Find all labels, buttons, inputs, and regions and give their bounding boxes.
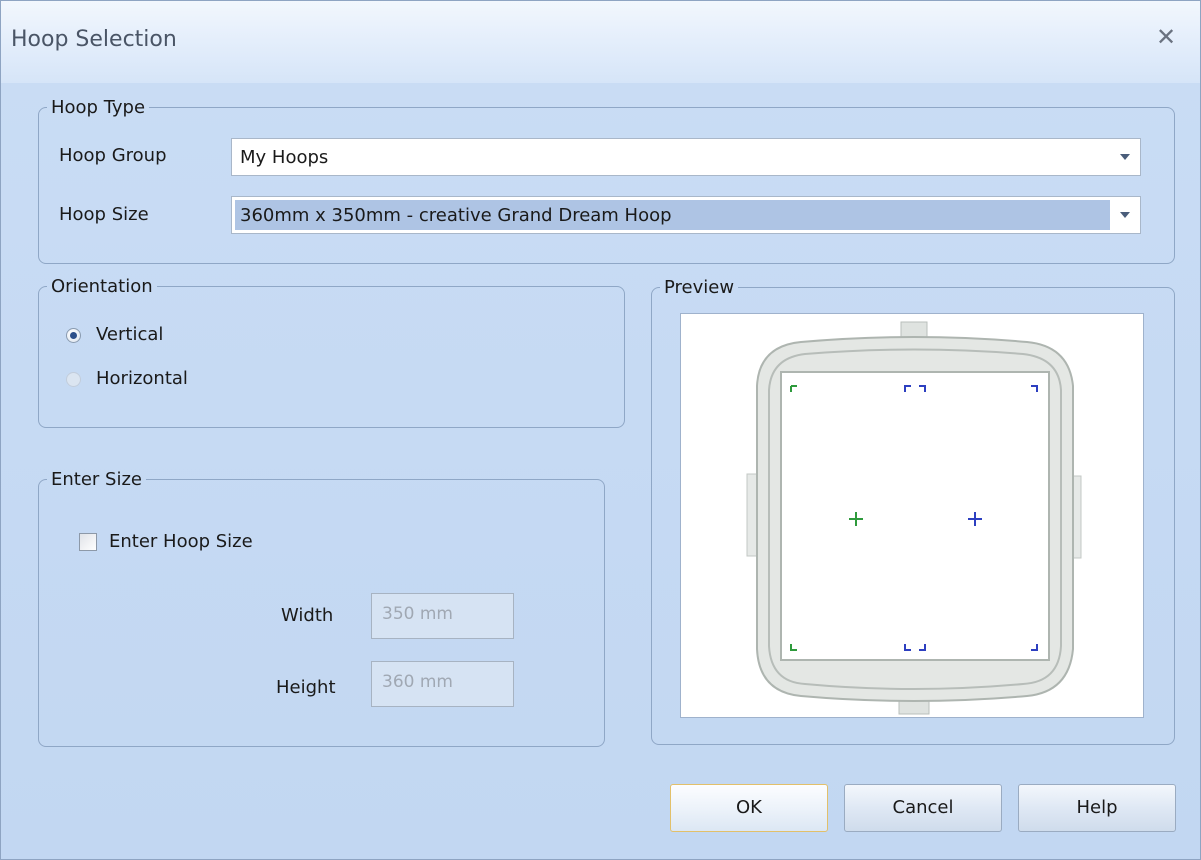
hoop-type-group: Hoop Type [38, 97, 1175, 264]
hoop-size-select[interactable]: 360mm x 350mm - creative Grand Dream Hoo… [231, 196, 1141, 234]
enter-size-legend: Enter Size [51, 469, 142, 490]
preview-legend: Preview [664, 277, 735, 298]
hoop-size-value: 360mm x 350mm - creative Grand Dream Hoo… [240, 205, 672, 226]
chevron-down-icon[interactable] [1120, 154, 1130, 160]
width-value: 350 mm [382, 604, 453, 624]
preview-panel [680, 313, 1144, 718]
close-icon[interactable]: ✕ [1151, 23, 1181, 53]
width-field[interactable]: 350 mm [371, 593, 514, 639]
height-value: 360 mm [382, 672, 453, 692]
chevron-down-icon[interactable] [1120, 212, 1130, 218]
hoop-size-label: Hoop Size [59, 204, 149, 225]
hoop-preview-image [746, 321, 1082, 715]
hoop-group-value: My Hoops [240, 147, 329, 168]
cancel-button[interactable]: Cancel [844, 784, 1002, 832]
horizontal-label[interactable]: Horizontal [96, 368, 188, 389]
hoop-inner-area [780, 371, 1050, 661]
orientation-legend: Orientation [51, 276, 153, 297]
width-label: Width [281, 605, 334, 626]
height-label: Height [276, 677, 336, 698]
hoop-group-label: Hoop Group [59, 145, 167, 166]
enter-hoop-size-checkbox[interactable] [79, 533, 97, 551]
ok-button[interactable]: OK [670, 784, 828, 832]
hoop-type-legend: Hoop Type [51, 97, 146, 118]
hoop-selection-dialog: Hoop Selection ✕ Hoop Type Hoop Group My… [0, 0, 1201, 860]
hoop-group-select[interactable]: My Hoops [231, 138, 1141, 176]
height-field[interactable]: 360 mm [371, 661, 514, 707]
horizontal-radio[interactable] [66, 372, 81, 387]
vertical-label[interactable]: Vertical [96, 324, 163, 345]
title-bar[interactable]: Hoop Selection ✕ [1, 1, 1200, 83]
vertical-radio[interactable] [66, 328, 81, 343]
orientation-group: Orientation [38, 276, 625, 428]
help-button[interactable]: Help [1018, 784, 1176, 832]
dialog-title: Hoop Selection [11, 27, 177, 52]
enter-hoop-size-label[interactable]: Enter Hoop Size [109, 531, 253, 552]
